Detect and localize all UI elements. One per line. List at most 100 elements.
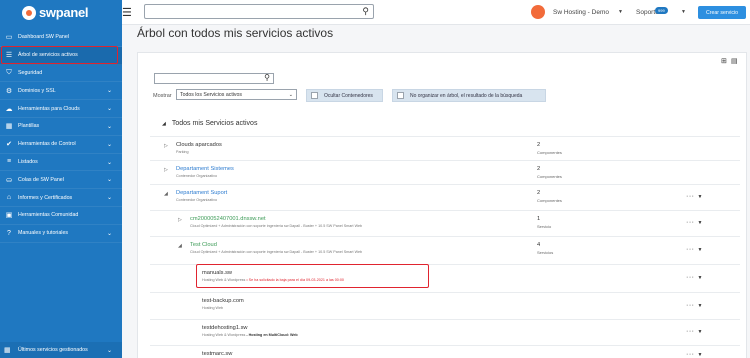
caret-down-icon[interactable]: ▼ [698,275,703,281]
service-name[interactable]: testmarc.sw [202,351,232,357]
component-count-label: Servicio [537,224,552,229]
topbar: ☰ ⚲ Sw Hosting - Demo ▼ Soporte 999 ▼ Cr… [122,0,750,25]
service-description: Hosting Web [202,306,223,310]
row-actions-button[interactable]: ··· ▼ [686,274,703,281]
tree-root[interactable]: ◢ Todos mis Servicios activos [162,120,257,127]
caret-down-icon[interactable]: ▼ [681,9,686,15]
sidebar-item[interactable]: ✔ Herramientas de Control ⌄ [0,136,122,154]
search-icon[interactable]: ⚲ [362,6,369,17]
service-type: Hosting Web & Wordpress [202,278,246,282]
sidebar-item[interactable]: ☰ Árbol de servicios activos [0,46,122,65]
sidebar-item[interactable]: ⛉ Seguridad [0,65,122,83]
chevron-down-icon: ⌄ [106,230,112,237]
no-tree-toggle[interactable]: No organizar en árbol, el resultado de l… [392,89,546,102]
expand-icon[interactable]: ▷ [164,167,168,173]
tree-row[interactable]: ▷ cm2000052407001.dnssw.net Cloud Optimize… [150,210,740,236]
expand-icon[interactable]: ◢ [164,191,168,197]
sidebar-item[interactable]: ⚙ Dominios y SSL ⌄ [0,82,122,101]
collapse-icon[interactable]: ◢ [162,121,166,127]
caret-down-icon[interactable]: ▼ [698,194,703,200]
service-name[interactable]: testdehosting1.sw [202,325,248,331]
tree-row[interactable]: ◢ Test Cloud Cloud Optimized + Administrac… [150,236,740,264]
tree-row[interactable]: ◢ Departament Suport Contenedor Organizati… [150,184,740,210]
filter-search-input[interactable]: ⚲ [154,73,274,84]
service-name[interactable]: test-backup.com [202,298,244,304]
template-icon: ▦ [5,123,13,131]
tree-row[interactable]: manuals.sw Hosting Web & Wordpress • Se h… [150,264,740,292]
service-name[interactable]: Clouds aparcados [176,142,222,148]
globe-icon: ⚙ [5,87,13,95]
chevron-down-icon: ⌄ [106,195,112,202]
export-icon[interactable]: ▤ [731,57,738,65]
tree-row[interactable]: testdehosting1.sw Hosting Web & Wordpress… [150,319,740,345]
component-count: 2 [537,166,541,172]
tree-row[interactable]: testmarc.swHosting Web - Hosting en Mult… [150,345,740,358]
row-actions-button[interactable]: ··· ▼ [686,193,703,200]
row-actions-button[interactable]: ··· ▼ [686,219,703,226]
chevron-down-icon: ⌄ [288,92,293,98]
sidebar-item-label: Herramientas para Clouds [18,105,80,112]
service-name[interactable]: Departament Suport [176,190,227,196]
row-actions-button[interactable]: ··· ▼ [686,328,703,335]
component-count: 2 [537,190,541,196]
component-count: 1 [537,216,541,222]
sidebar-nav: ▭ Dashboard SW Panel ☰ Árbol de servicios a… [0,29,122,243]
expand-icon[interactable]: ◢ [178,243,182,249]
new-service-button[interactable]: Crear servicio [698,6,746,19]
caret-down-icon[interactable]: ▼ [618,9,623,15]
sidebar-item[interactable]: ≡ Listados ⌄ [0,154,122,172]
service-filter-value: Todos los Servicios activos [180,92,242,98]
hide-containers-toggle[interactable]: Ocultar Contenedores [306,89,383,102]
row-actions-button[interactable]: ··· ▼ [686,351,703,358]
service-type: Parking [176,150,189,154]
service-name[interactable]: manuals.sw [202,270,232,276]
tree-row[interactable]: ▷ Clouds aparcados Parking 2 Componentes [150,136,740,160]
checkbox-icon[interactable] [397,92,404,99]
checkbox-icon[interactable] [311,92,318,99]
sidebar-item[interactable]: ☁ Herramientas para Clouds ⌄ [0,100,122,118]
expand-icon[interactable]: ▷ [164,143,168,149]
search-icon[interactable]: ⚲ [264,73,270,82]
caret-down-icon[interactable]: ▼ [698,329,703,335]
tree-icon: ☰ [5,52,13,60]
tree-view-icon[interactable]: ⊞ [721,57,727,65]
caret-down-icon[interactable]: ▼ [698,247,703,253]
service-name[interactable]: Test Cloud [190,242,217,248]
sidebar-item[interactable]: ? Manuales y tutoriales ⌄ [0,225,122,243]
user-menu[interactable]: Sw Hosting - Demo [553,9,609,16]
service-name[interactable]: cm2000052407001.dnssw.net [190,216,266,222]
menu-icon[interactable]: ☰ [122,6,132,19]
cloud-icon: ☁ [5,105,13,113]
chevron-down-icon: ⌄ [106,159,112,166]
tree-row[interactable]: test-backup.com Hosting Web ··· ▼ [150,292,740,319]
sidebar-item[interactable]: ▭ Dashboard SW Panel [0,29,122,47]
service-filter-select[interactable]: Todos los Servicios activos ⌄ [176,89,297,100]
caret-down-icon[interactable]: ▼ [698,352,703,358]
caret-down-icon[interactable]: ▼ [698,220,703,226]
user-avatar[interactable] [531,5,545,19]
service-description: Contenedor Organizativo [176,198,217,202]
service-name[interactable]: Departament Sistemes [176,166,234,172]
row-actions-button[interactable]: ··· ▼ [686,302,703,309]
logo-icon [22,5,36,20]
sidebar-item[interactable]: ⌂ Informes y Certificados ⌄ [0,189,122,207]
brand-logo[interactable]: swpanel [0,0,122,25]
page-title: Árbol con todos mis servicios activos [137,26,334,40]
service-description: Cloud Optimized + Administración con sop… [190,250,362,254]
sidebar-item[interactable]: ▦ Plantillas ⌄ [0,118,122,136]
sidebar-item-label: Dashboard SW Panel [18,34,69,41]
tree-row[interactable]: ▷ Departament Sistemes Contenedor Organiza… [150,160,740,184]
sidebar-item[interactable]: ▣ Herramientas Comunidad [0,207,122,225]
support-badge: 999 [655,7,668,14]
sidebar-item[interactable]: ⛀ Colas de SW Panel ⌄ [0,171,122,190]
component-count-label: Servicios [537,250,554,255]
global-search-input[interactable]: ⚲ [144,4,374,19]
tree-root-label: Todos mis Servicios activos [171,120,258,127]
chevron-down-icon: ⌄ [106,123,112,130]
sidebar-item-label: Dominios y SSL [18,87,56,94]
recent-services[interactable]: ▦ Últimos servicios gestionados ⌄ [0,342,122,358]
caret-down-icon[interactable]: ▼ [698,303,703,309]
chevron-down-icon: ⌄ [106,106,112,113]
row-actions-button[interactable]: ··· ▼ [686,246,703,253]
expand-icon[interactable]: ▷ [178,217,182,223]
